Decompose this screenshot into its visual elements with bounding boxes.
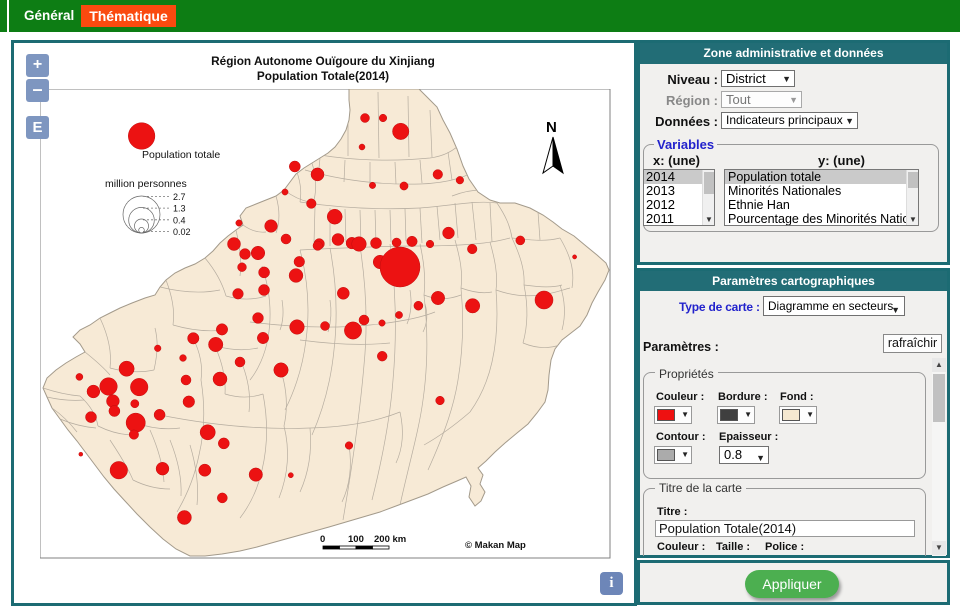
svg-text:0.02: 0.02 xyxy=(173,227,191,237)
svg-text:N: N xyxy=(546,119,557,136)
svg-text:million personnes: million personnes xyxy=(105,178,187,190)
svg-text:200 km: 200 km xyxy=(374,534,406,545)
svg-text:© Makan Map: © Makan Map xyxy=(465,540,526,551)
svg-text:2.7: 2.7 xyxy=(173,192,186,202)
svg-text:0: 0 xyxy=(320,534,325,545)
svg-text:100: 100 xyxy=(348,534,364,545)
svg-text:Population totale: Population totale xyxy=(142,149,220,161)
svg-text:1.3: 1.3 xyxy=(173,204,186,214)
svg-text:0.4: 0.4 xyxy=(173,215,186,225)
